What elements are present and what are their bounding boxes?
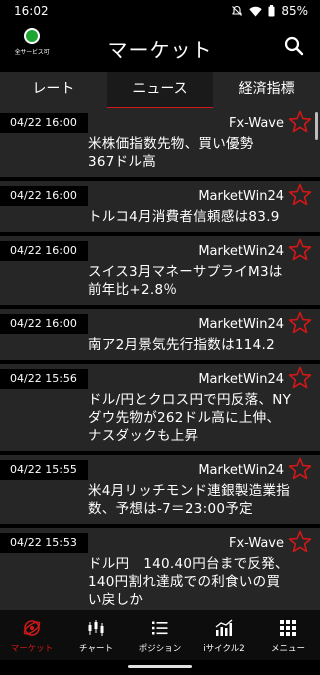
nav-menu-label: メニュー bbox=[270, 644, 305, 654]
menu-grid-icon bbox=[280, 620, 296, 636]
bottom-nav: マーケット チャート ポジション iサイクル2 メニュー bbox=[0, 610, 320, 660]
star-icon[interactable] bbox=[288, 530, 312, 553]
news-header: 04/22 15:56 MarketWin24 bbox=[0, 364, 320, 389]
news-source: MarketWin24 bbox=[198, 372, 284, 387]
news-title: ドル円 140.40円台まで反発、140円割れ達成での利食いの買い戻しか bbox=[88, 556, 289, 608]
news-date: 04/22 16:00 bbox=[0, 113, 88, 133]
news-title: スイス3月マネーサプライM3は前年比+2.8％ bbox=[88, 264, 283, 298]
nav-icycle-label: iサイクル2 bbox=[203, 644, 245, 654]
news-source: MarketWin24 bbox=[198, 244, 284, 259]
news-title: 米4月リッチモンド連銀製造業指数、予想は-7＝23:00予定 bbox=[88, 483, 291, 517]
news-date: 04/22 15:53 bbox=[0, 533, 88, 553]
news-source: Fx-Wave bbox=[228, 116, 284, 131]
battery-percent: 85% bbox=[281, 4, 308, 18]
status-bar: 16:02 85% bbox=[0, 0, 320, 22]
news-header: 04/22 16:00 MarketWin24 bbox=[0, 236, 320, 261]
news-header: 04/22 15:55 MarketWin24 bbox=[0, 455, 320, 480]
news-item[interactable]: 04/22 15:55 MarketWin24 米4月リッチモンド連銀製造業指数、予… bbox=[0, 455, 320, 528]
search-icon[interactable] bbox=[282, 34, 306, 58]
star-icon[interactable] bbox=[288, 311, 312, 334]
news-item[interactable]: 04/22 15:53 Fx-Wave ドル円 140.40円台まで反発、140円割… bbox=[0, 528, 320, 610]
mute-bell-icon bbox=[232, 5, 243, 16]
star-icon[interactable] bbox=[288, 238, 312, 261]
news-date: 04/22 15:55 bbox=[0, 460, 88, 480]
news-title: トルコ4月消費者信頼感は83.9 bbox=[88, 209, 280, 225]
news-list[interactable]: 04/22 16:00 Fx-Wave 米株価指数先物、買い優勢 367ドル高 04/… bbox=[0, 108, 320, 610]
news-header: 04/22 15:53 Fx-Wave bbox=[0, 528, 320, 553]
wifi-icon bbox=[249, 6, 263, 16]
news-item[interactable]: 04/22 16:00 MarketWin24 南ア2月景気先行指数は114.2 bbox=[0, 309, 320, 364]
position-icon bbox=[152, 621, 168, 635]
news-item[interactable]: 04/22 16:00 MarketWin24 トルコ4月消費者信頼感は83.9 bbox=[0, 181, 320, 236]
nav-market[interactable]: マーケット bbox=[0, 610, 64, 660]
nav-chart[interactable]: チャート bbox=[64, 610, 128, 660]
news-title: 米株価指数先物、買い優勢 367ドル高 bbox=[88, 136, 268, 170]
star-icon[interactable] bbox=[288, 457, 312, 480]
news-header: 04/22 16:00 MarketWin24 bbox=[0, 181, 320, 206]
tab-news[interactable]: ニュース bbox=[106, 72, 214, 110]
news-source: Fx-Wave bbox=[228, 536, 284, 551]
battery-icon bbox=[268, 5, 275, 17]
nav-chart-label: チャート bbox=[79, 644, 113, 654]
page-title: マーケット bbox=[107, 38, 213, 62]
nav-icycle[interactable]: iサイクル2 bbox=[192, 610, 256, 660]
news-date: 04/22 15:56 bbox=[0, 369, 88, 389]
tab-economic-indicators[interactable]: 経済指標 bbox=[213, 72, 320, 108]
icycle-icon bbox=[215, 619, 233, 636]
news-source: MarketWin24 bbox=[198, 463, 284, 478]
star-icon[interactable] bbox=[288, 110, 312, 133]
nav-menu[interactable]: メニュー bbox=[256, 610, 320, 660]
status-icons: 85% bbox=[231, 4, 308, 18]
news-item[interactable]: 04/22 16:00 MarketWin24 スイス3月マネーサプライM3は前年比… bbox=[0, 236, 320, 309]
tab-bar: レート ニュース 経済指標 bbox=[0, 72, 320, 110]
gesture-bar[interactable] bbox=[128, 665, 192, 668]
nav-position[interactable]: ポジション bbox=[128, 610, 192, 660]
status-time: 16:02 bbox=[14, 4, 49, 18]
news-date: 04/22 16:00 bbox=[0, 186, 88, 206]
news-header: 04/22 16:00 Fx-Wave bbox=[0, 108, 320, 133]
news-title: ドル/円とクロス円で円反落、NYダウ先物が262ドル高に上伸、ナスダックも上昇 bbox=[88, 392, 292, 444]
market-icon bbox=[23, 620, 41, 636]
news-source: MarketWin24 bbox=[198, 189, 284, 204]
news-source: MarketWin24 bbox=[198, 317, 284, 332]
star-icon[interactable] bbox=[288, 366, 312, 389]
nav-market-label: マーケット bbox=[10, 644, 54, 654]
nav-position-label: ポジション bbox=[138, 644, 182, 654]
chart-icon bbox=[88, 620, 104, 636]
scrollbar-thumb[interactable] bbox=[315, 112, 318, 140]
news-item[interactable]: 04/22 16:00 Fx-Wave 米株価指数先物、買い優勢 367ドル高 bbox=[0, 108, 320, 181]
news-date: 04/22 16:00 bbox=[0, 241, 88, 261]
news-header: 04/22 16:00 MarketWin24 bbox=[0, 309, 320, 334]
news-date: 04/22 16:00 bbox=[0, 314, 88, 334]
tab-rate[interactable]: レート bbox=[0, 72, 107, 108]
app-header: 全サービス可 マーケット bbox=[0, 22, 320, 72]
news-item[interactable]: 04/22 15:56 MarketWin24 ドル/円とクロス円で円反落、NYダウ… bbox=[0, 364, 320, 455]
star-icon[interactable] bbox=[288, 183, 312, 206]
news-title: 南ア2月景気先行指数は114.2 bbox=[88, 337, 276, 353]
